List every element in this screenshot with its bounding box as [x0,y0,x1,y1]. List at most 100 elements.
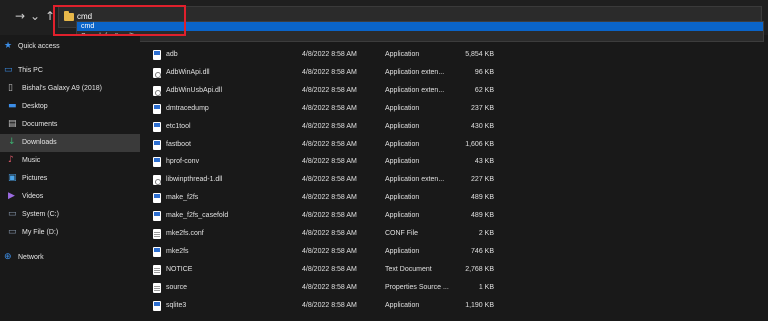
file-row[interactable]: NOTICE 4/8/2022 8:58 AM Text Document 2,768… [148,261,763,279]
file-date: 4/8/2022 8:58 AM [302,86,357,94]
file-name: NOTICE [166,265,193,273]
file-size: 1,606 KB [465,140,494,148]
file-name: AdbWinApi.dll [166,68,210,76]
drive-icon: ▭ [8,227,17,237]
sidebar-item-quick-access[interactable]: ★ Quick access [0,38,140,56]
pictures-icon: ▣ [8,173,17,183]
file-name: source [166,283,188,291]
file-name: make_f2fs [166,194,199,202]
file-row[interactable]: mke2fs.conf 4/8/2022 8:58 AM CONF File 2 KB [148,225,763,243]
sidebar-item-label: Downloads [22,139,57,146]
file-row[interactable]: make_f2fs_casefold 4/8/2022 8:58 AM Applic… [148,207,763,225]
file-row[interactable]: make_f2fs 4/8/2022 8:58 AM Application 489 … [148,189,763,207]
file-row[interactable]: mke2fs 4/8/2022 8:58 AM Application 746 KB [148,243,763,261]
sidebar-item-this-pc[interactable]: ▭ This PC [0,62,140,80]
chevron-down-icon[interactable]: ⌄ [27,8,43,24]
file-type: Application [385,104,420,112]
file-date: 4/8/2022 8:58 AM [302,122,357,130]
forward-arrow-icon[interactable]: → [12,8,28,24]
file-size: 430 KB [471,122,494,130]
sidebar-item-downloads[interactable]: ↓ Downloads [0,134,140,152]
file-date: 4/8/2022 8:58 AM [302,194,357,202]
file-size: 227 KB [471,176,494,184]
file-size: 489 KB [471,212,494,220]
file-date: 4/8/2022 8:58 AM [302,283,357,291]
sidebar-item-label: Network [18,254,44,261]
application-icon [153,300,161,311]
file-row[interactable]: AdbWinApi.dll 4/8/2022 8:58 AM Application… [148,64,763,82]
address-input[interactable]: cmd [77,12,92,21]
file-type: Application [385,122,420,130]
file-name: mke2fs [166,247,189,255]
application-icon [153,103,161,114]
file-size: 746 KB [471,247,494,255]
file-type: Application [385,51,420,58]
file-name: sqlite3 [166,301,187,309]
sidebar-item-label: Music [22,157,41,164]
desktop-icon: ▬ [8,101,17,111]
file-date: 4/8/2022 8:58 AM [302,176,357,184]
sidebar-item-label: Quick access [18,43,60,50]
sidebar-item-system-c[interactable]: ▭ System (C:) [0,206,140,224]
file-date: 4/8/2022 8:58 AM [302,212,357,220]
star-icon: ★ [4,41,13,51]
file-name: etc1tool [166,122,191,130]
file-row[interactable]: adb 4/8/2022 8:58 AM Application 5,854 KB [148,46,763,64]
file-size: 2 KB [478,230,494,237]
document-icon [153,264,161,275]
file-name: libwinpthread-1.dll [166,176,223,184]
file-row[interactable]: source 4/8/2022 8:58 AM Properties Source … [148,279,763,297]
file-row[interactable]: fastboot 4/8/2022 8:58 AM Application 1,606… [148,136,763,154]
file-name: fastboot [166,140,191,148]
application-icon [153,139,161,150]
sidebar-item-music[interactable]: ♪ Music [0,152,140,170]
address-autocomplete: cmd Search for "cmd" [76,21,764,42]
file-date: 4/8/2022 8:58 AM [302,230,357,237]
autocomplete-item-cmd[interactable]: cmd [77,22,763,31]
application-icon [153,121,161,132]
sidebar-item-label: Bishal's Galaxy A9 (2018) [22,85,102,92]
file-name: dmtracedump [166,104,209,112]
folder-icon [64,11,74,21]
file-date: 4/8/2022 8:58 AM [302,158,357,166]
up-arrow-icon[interactable]: ↑ [42,8,58,24]
file-row[interactable]: AdbWinUsbApi.dll 4/8/2022 8:58 AM Applicat… [148,82,763,100]
file-type: Application exten... [385,68,445,76]
document-icon [153,282,161,293]
sidebar-item-label: My File (D:) [22,229,59,236]
file-type: Application [385,158,420,166]
file-type: Application [385,140,420,148]
file-row[interactable]: libwinpthread-1.dll 4/8/2022 8:58 AM Appli… [148,171,763,189]
sidebar-item-my-file-d[interactable]: ▭ My File (D:) [0,224,140,242]
file-row[interactable]: dmtracedump 4/8/2022 8:58 AM Application 23… [148,100,763,118]
file-date: 4/8/2022 8:58 AM [302,51,357,58]
application-icon [153,246,161,257]
file-row[interactable]: etc1tool 4/8/2022 8:58 AM Application 430 K… [148,118,763,136]
file-size: 237 KB [471,104,494,112]
sidebar-item-desktop[interactable]: ▬ Desktop [0,98,140,116]
sidebar-item-pictures[interactable]: ▣ Pictures [0,170,140,188]
file-date: 4/8/2022 8:58 AM [302,265,357,273]
file-type: Properties Source ... [385,283,449,291]
dll-file-icon [153,85,161,96]
application-icon [153,211,161,222]
file-date: 4/8/2022 8:58 AM [302,140,357,148]
documents-icon: ▤ [8,119,17,129]
network-icon: ⊕ [4,252,12,262]
document-icon [153,229,161,239]
sidebar-item-documents[interactable]: ▤ Documents [0,116,140,134]
file-size: 96 KB [474,68,494,76]
file-type: Text Document [385,265,432,273]
application-icon [153,193,161,204]
sidebar-item-label: Desktop [22,103,48,110]
sidebar-item-videos[interactable]: ▶ Videos [0,188,140,206]
file-row[interactable]: hprof-conv 4/8/2022 8:58 AM Application 43 … [148,153,763,171]
dll-file-icon [153,175,161,186]
dll-file-icon [153,67,161,78]
sidebar-item-bishal-s-galaxy-a9-2018[interactable]: ▯ Bishal's Galaxy A9 (2018) [0,80,140,98]
file-date: 4/8/2022 8:58 AM [302,247,357,255]
file-row[interactable]: sqlite3 4/8/2022 8:58 AM Application 1,190 … [148,297,763,315]
file-type: Application [385,194,420,202]
sidebar-item-network[interactable]: ⊕ Network [0,249,140,267]
file-type: Application [385,301,420,309]
